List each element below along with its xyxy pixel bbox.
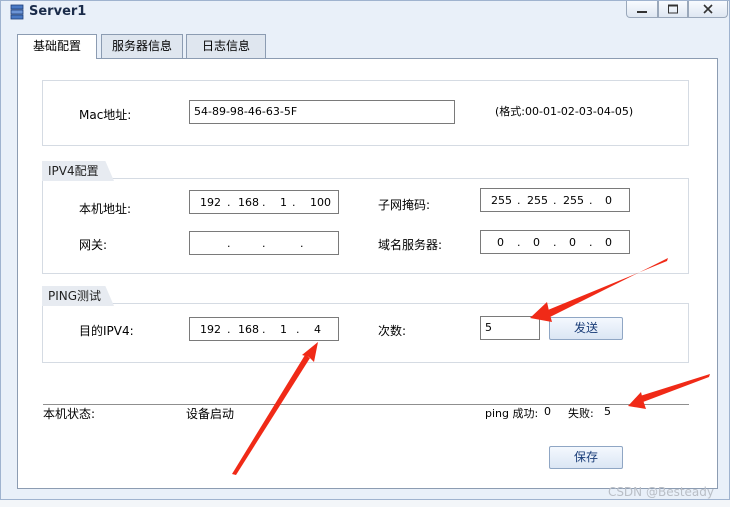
dns-label: 域名服务器: — [378, 238, 443, 252]
gateway-field[interactable]: . . . — [189, 231, 339, 255]
ip-octet: 0 — [569, 236, 576, 249]
ip-dot: . — [553, 194, 557, 207]
ip-dot: . — [553, 236, 557, 249]
ip-octet: 0 — [533, 236, 540, 249]
ping-fail-label: 失败: — [568, 407, 594, 420]
ip-dot: . — [262, 237, 266, 250]
ip-octet: 1 — [280, 196, 287, 209]
ping-success-count: 0 — [544, 405, 551, 418]
mac-format-hint: (格式:00-01-02-03-04-05) — [495, 105, 634, 118]
target-ip-label: 目的IPV4: — [79, 324, 134, 338]
tab-basic-config[interactable]: 基础配置 — [17, 34, 97, 59]
ip-dot: . — [589, 236, 593, 249]
ip-octet: 0 — [605, 194, 612, 207]
close-icon — [703, 4, 713, 14]
title-bar[interactable]: Server1 — [1, 1, 729, 23]
ip-octet: 255 — [563, 194, 584, 207]
window-title: Server1 — [29, 4, 87, 19]
ip-octet: 192 — [200, 323, 221, 336]
ip-dot: . — [300, 237, 304, 250]
gateway-label: 网关: — [79, 238, 108, 252]
ip-dot: . — [517, 236, 521, 249]
ip-octet: 168 — [238, 196, 259, 209]
local-ip-label: 本机地址: — [79, 202, 132, 216]
send-button[interactable]: 发送 — [549, 317, 623, 340]
ip-octet: 255 — [491, 194, 512, 207]
dns-field[interactable]: 0 . 0 . 0 . 0 — [480, 230, 630, 254]
ip-octet: 4 — [314, 323, 321, 336]
minimize-icon — [637, 11, 647, 13]
ip-octet: 100 — [310, 196, 331, 209]
ping-fail-count: 5 — [604, 405, 611, 418]
status-value: 设备启动 — [186, 407, 235, 421]
ip-octet: 0 — [497, 236, 504, 249]
ip-dot: . — [227, 323, 231, 336]
maximize-icon — [668, 4, 678, 14]
subnet-field[interactable]: 255 . 255 . 255 . 0 — [480, 188, 630, 212]
ipv4-section-title: IPV4配置 — [42, 161, 114, 181]
ip-octet: 168 — [238, 323, 259, 336]
ip-dot: . — [292, 196, 296, 209]
status-label: 本机状态: — [43, 407, 96, 421]
minimize-button[interactable] — [626, 1, 658, 18]
ip-dot: . — [262, 323, 266, 336]
ip-octet: 192 — [200, 196, 221, 209]
target-ip-field[interactable]: 192 . 168 . 1 . 4 — [189, 317, 339, 341]
ip-dot: . — [227, 196, 231, 209]
subnet-label: 子网掩码: — [378, 198, 431, 212]
ip-dot: . — [296, 323, 300, 336]
local-ip-field[interactable]: 192 . 168 . 1 . 100 — [189, 190, 339, 214]
maximize-button[interactable] — [658, 1, 688, 18]
background-strip — [0, 500, 730, 507]
ip-octet: 0 — [605, 236, 612, 249]
mac-label: Mac地址: — [79, 108, 132, 122]
tab-log-info[interactable]: 日志信息 — [186, 34, 266, 58]
ping-success-label: ping 成功: — [485, 407, 539, 420]
save-button[interactable]: 保存 — [549, 446, 623, 469]
ip-dot: . — [517, 194, 521, 207]
ip-dot: . — [589, 194, 593, 207]
ip-dot: . — [262, 196, 266, 209]
mac-field[interactable]: 54-89-98-46-63-5F — [189, 100, 455, 124]
close-button[interactable] — [688, 1, 728, 18]
count-field[interactable]: 5 — [480, 316, 540, 340]
tab-server-info[interactable]: 服务器信息 — [101, 34, 183, 58]
watermark: CSDN @Besteady — [607, 485, 714, 499]
server-app-icon — [10, 4, 24, 20]
count-label: 次数: — [378, 324, 407, 338]
ip-octet: 1 — [280, 323, 287, 336]
ip-dot: . — [227, 237, 231, 250]
ip-octet: 255 — [527, 194, 548, 207]
ping-section-title: PING测试 — [42, 286, 114, 306]
